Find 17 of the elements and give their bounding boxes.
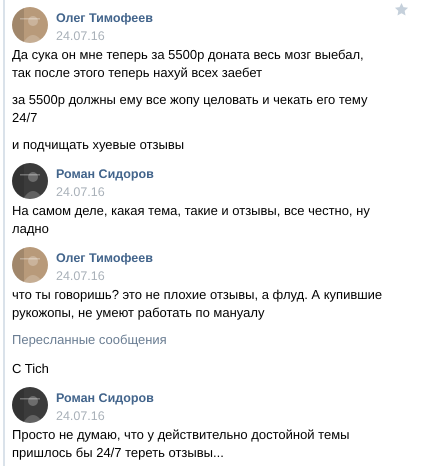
- message-text: На самом деле, какая тема, такие и отзывы, все честно, ну ладно: [12, 202, 371, 238]
- message-text: C Tich: [12, 360, 50, 378]
- message-text: и подчищать хуевые отзывы: [12, 136, 186, 154]
- star-icon[interactable]: [394, 2, 409, 17]
- forwarded-label: Пересланные сообщения: [12, 331, 167, 349]
- message-date: 24.07.16: [56, 185, 105, 200]
- message-date: 24.07.16: [56, 409, 105, 424]
- author-name[interactable]: Роман Сидоров: [56, 167, 154, 182]
- message-date: 24.07.16: [56, 29, 105, 44]
- message-date: 24.07.16: [56, 269, 105, 284]
- author-name[interactable]: Роман Сидоров: [56, 391, 154, 406]
- message-text: Да сука он мне теперь за 5500р доната весь мозг выебал, так после этого теперь нахуй всех заебет: [12, 46, 365, 82]
- message-text: Просто не думаю, что у действительно достойной темы пришлось бы 24/7 тереть отзывы...: [12, 426, 350, 462]
- author-name[interactable]: Олег Тимофеев: [56, 11, 153, 26]
- message-text: что ты говоришь? это не плохие отзывы, а флуд. А купившие рукожопы, не умеют работать по мануалу: [12, 286, 384, 322]
- message-text: за 5500р должны ему все жопу целовать и чекать его тему 24/7: [12, 91, 369, 127]
- author-name[interactable]: Олег Тимофеев: [56, 251, 153, 266]
